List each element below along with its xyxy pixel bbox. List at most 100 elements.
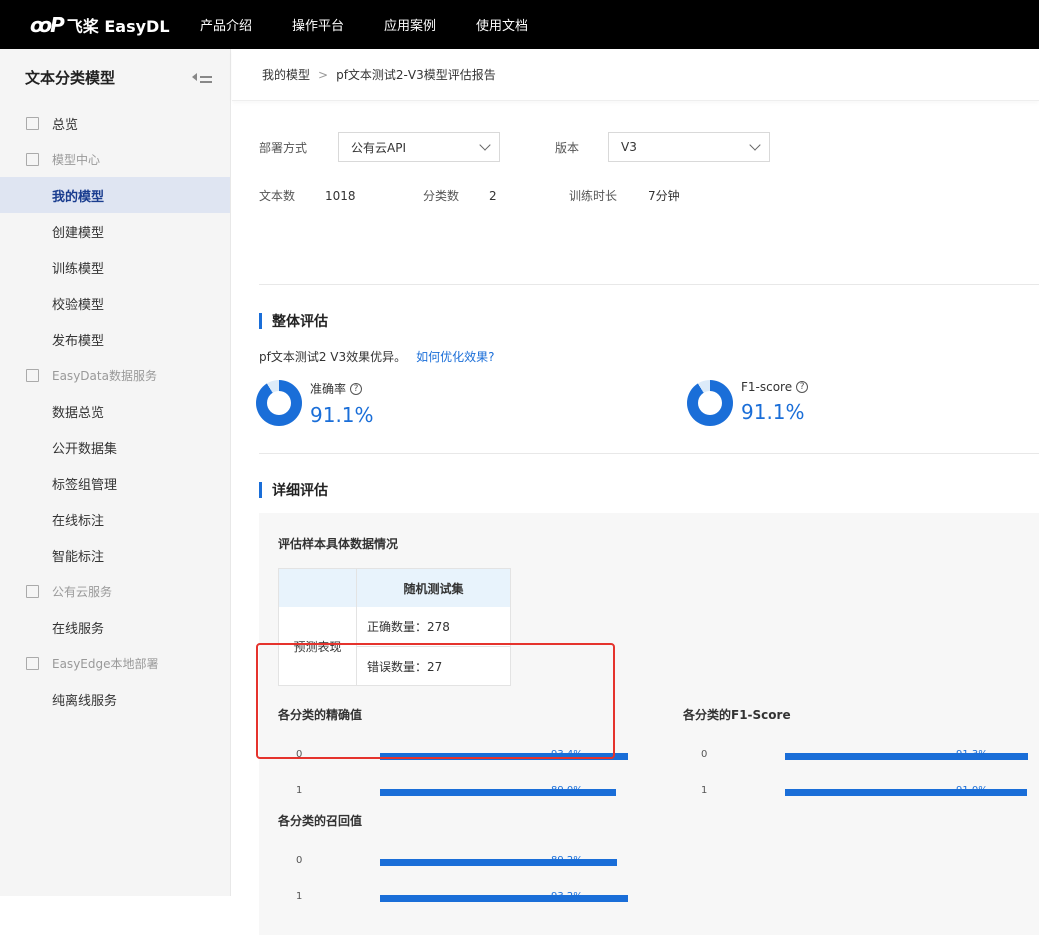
- brand-name: 飞桨 EasyDL: [66, 16, 170, 36]
- filter-row: 部署方式 公有云API 版本 V3: [259, 132, 770, 162]
- overall-title-text: 整体评估: [272, 314, 328, 330]
- nav-cases[interactable]: 应用案例: [384, 15, 436, 34]
- sidebar: 文本分类模型 总览模型中心我的模型 创建模型 训练模型 校验模型 发布模型 EasyDat…: [0, 49, 231, 896]
- bar-value-label: 91.3%: [956, 749, 988, 760]
- detail-section-title: 详细评估: [259, 480, 328, 500]
- grid-icon: [26, 116, 39, 130]
- deploy-label: 部署方式: [259, 140, 308, 155]
- sidebar-item[interactable]: 公开数据集: [0, 429, 230, 465]
- sidebar-group: EasyEdge本地部署: [0, 645, 230, 681]
- breadcrumb-root-link[interactable]: 我的模型: [262, 66, 310, 83]
- breadcrumb: 我的模型 > pf文本测试2-V3模型评估报告: [232, 49, 1039, 101]
- bar-track: [785, 789, 1027, 796]
- help-icon[interactable]: ?: [796, 381, 809, 393]
- sidebar-item[interactable]: 校验模型: [0, 285, 230, 321]
- sidebar-title: 文本分类模型: [25, 68, 116, 87]
- summary-text: pf文本测试2 V3效果优异。: [259, 350, 407, 364]
- server-icon: [26, 584, 39, 598]
- sidebar-group-label: EasyData数据服务: [52, 368, 157, 383]
- bar-chart-title: 各分类的召回值: [278, 814, 363, 828]
- bar-chart: 各分类的召回值 0 89.2% 1 93.2%: [278, 812, 628, 917]
- sidebar-item[interactable]: 训练模型: [0, 249, 230, 285]
- accuracy-metric: 准确率 ? 91.1%: [256, 378, 374, 427]
- building-icon: [26, 152, 39, 166]
- chevron-down-icon: [479, 139, 491, 151]
- version-select[interactable]: V3: [608, 132, 770, 162]
- accuracy-label-text: 准确率: [310, 382, 347, 396]
- nav-docs[interactable]: 使用文档: [476, 15, 528, 34]
- bar: [380, 895, 628, 902]
- sidebar-item[interactable]: 标签组管理: [0, 465, 230, 501]
- collapse-menu-icon[interactable]: [192, 70, 212, 84]
- sidebar-item[interactable]: 在线服务: [0, 609, 230, 645]
- sidebar-item[interactable]: 我的模型: [0, 177, 230, 213]
- panel-title: 评估样本具体数据情况: [278, 537, 399, 551]
- sidebar-header: 文本分类模型: [0, 49, 230, 105]
- chip-icon: [26, 656, 39, 670]
- bar: [785, 753, 1028, 760]
- sidebar-item[interactable]: 纯离线服务: [0, 681, 230, 717]
- divider: [259, 284, 1039, 285]
- detail-title-text: 详细评估: [272, 483, 328, 499]
- bar-track: [380, 789, 617, 796]
- accuracy-value: 91.1%: [310, 403, 374, 427]
- train-time-value: 7分钟: [648, 189, 680, 203]
- bar-row: 0 89.2%: [278, 845, 617, 881]
- sidebar-item[interactable]: 智能标注: [0, 537, 230, 573]
- f1-label-text: F1-score: [741, 380, 793, 394]
- sidebar-group[interactable]: 总览: [0, 105, 230, 141]
- sidebar-item[interactable]: 在线标注: [0, 501, 230, 537]
- chart-icon: [26, 368, 39, 382]
- nav-console[interactable]: 操作平台: [292, 15, 344, 34]
- sidebar-group: 模型中心: [0, 141, 230, 177]
- bar-row: 1 93.2%: [278, 881, 628, 917]
- f1-donut-chart: [687, 380, 733, 426]
- table-header-empty: [279, 569, 356, 607]
- bar-row: 1 89.0%: [278, 775, 617, 811]
- sidebar-group: 公有云服务: [0, 573, 230, 609]
- optimize-link[interactable]: 如何优化效果?: [416, 350, 494, 364]
- accuracy-label: 准确率 ?: [310, 380, 374, 397]
- sidebar-item[interactable]: 数据总览: [0, 393, 230, 429]
- accuracy-donut-chart: [256, 380, 302, 426]
- highlight-box: [256, 643, 615, 759]
- table-cell-correct: 正确数量：278: [367, 620, 450, 634]
- deploy-select-value: 公有云API: [351, 140, 406, 155]
- class-count-value: 2: [489, 188, 497, 203]
- f1-value: 91.1%: [741, 400, 805, 424]
- bar-track: [785, 753, 1028, 760]
- brand-logo[interactable]: ꝏP 飞桨 EasyDL: [30, 13, 200, 37]
- sidebar-group-label: 模型中心: [52, 152, 101, 167]
- deploy-select[interactable]: 公有云API: [338, 132, 500, 162]
- bar-category-label: 1: [701, 785, 708, 796]
- paddle-logo-icon: ꝏP: [30, 12, 65, 37]
- chevron-down-icon: [749, 139, 761, 151]
- sidebar-group-label: 公有云服务: [52, 584, 113, 599]
- top-nav-bar: ꝏP 飞桨 EasyDL 产品介绍 操作平台 应用案例 使用文档: [0, 0, 1039, 49]
- table-header: 随机测试集: [279, 569, 510, 607]
- text-count-value: 1018: [325, 188, 356, 203]
- breadcrumb-current: pf文本测试2-V3模型评估报告: [336, 68, 496, 82]
- sidebar-item[interactable]: 发布模型: [0, 321, 230, 357]
- sidebar-group-label: 总览: [52, 117, 79, 133]
- version-label: 版本: [555, 140, 580, 155]
- f1-metric: F1-score ? 91.1%: [687, 378, 809, 426]
- train-time-label: 训练时长: [569, 189, 618, 203]
- table-header-testset: 随机测试集: [356, 569, 510, 607]
- sidebar-item[interactable]: 创建模型: [0, 213, 230, 249]
- sidebar-group-label: EasyEdge本地部署: [52, 656, 159, 671]
- breadcrumb-separator: >: [318, 67, 329, 82]
- bar-chart-title: 各分类的F1-Score: [683, 708, 791, 722]
- text-count-label: 文本数: [259, 189, 296, 203]
- bar-row: 1 91.0%: [683, 775, 1027, 811]
- bar-value-label: 93.2%: [551, 891, 583, 902]
- nav-product-intro[interactable]: 产品介绍: [200, 15, 252, 34]
- stats-row: 文本数 1018 分类数 2 训练时长 7分钟: [259, 187, 680, 204]
- f1-label: F1-score ?: [741, 380, 809, 394]
- class-count-label: 分类数: [423, 189, 460, 203]
- bar-category-label: 1: [296, 785, 303, 796]
- bar-category-label: 0: [296, 855, 303, 866]
- overall-section-title: 整体评估: [259, 311, 328, 331]
- help-icon[interactable]: ?: [350, 382, 363, 395]
- bar-chart: 各分类的F1-Score 0 91.3% 1 91.0%: [683, 706, 1028, 811]
